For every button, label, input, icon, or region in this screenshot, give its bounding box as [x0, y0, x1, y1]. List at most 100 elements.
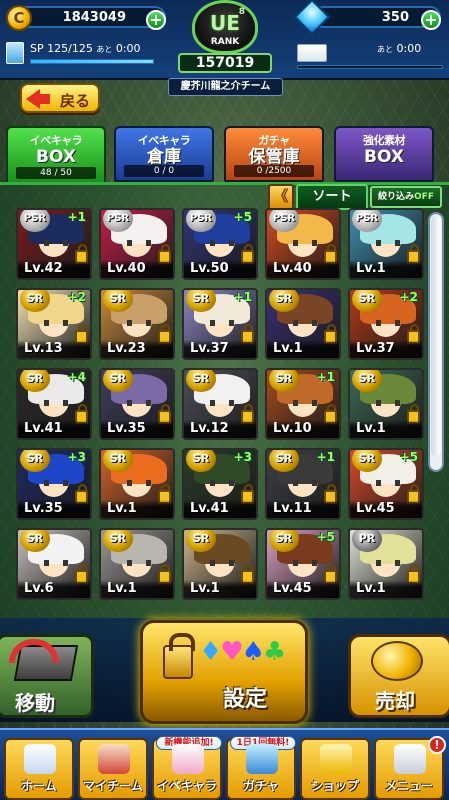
tab-label-top: ガチャ [258, 134, 290, 147]
character-card[interactable]: SR Lv.1 [348, 368, 424, 440]
character-card[interactable]: SR Lv.1 [182, 528, 258, 600]
scrollbar[interactable] [428, 212, 444, 472]
card-level: Lv.6 [18, 580, 90, 598]
character-card[interactable]: PSR Lv.40 [99, 208, 175, 280]
tab-event-box[interactable]: イベキャラ BOX 48 / 50 [6, 126, 106, 184]
card-level: Lv.35 [101, 420, 173, 438]
card-plus-count: +2 [399, 290, 418, 304]
tab-material-box[interactable]: 強化素材 BOX [334, 126, 434, 182]
scrollbar-thumb[interactable] [431, 216, 441, 456]
character-eyes [376, 240, 400, 246]
nav-label: ホーム [21, 779, 57, 793]
gacha-icon [246, 744, 278, 774]
card-level: Lv.45 [267, 580, 339, 598]
action-bar: 移動 ♦♥♠♣ 設定 売却 [0, 618, 449, 724]
nav-label: マイチーム [83, 779, 143, 793]
character-card[interactable]: PSR +5 Lv.50 [182, 208, 258, 280]
set-label: 設定 [222, 687, 267, 712]
tab-count: 48 / 50 [16, 167, 96, 179]
card-level: Lv.12 [184, 420, 256, 438]
coin-icon: C [6, 5, 32, 31]
character-eyes [293, 240, 317, 246]
character-card[interactable]: SR +3 Lv.35 [16, 448, 92, 520]
team-icon [98, 744, 130, 774]
card-level: Lv.35 [18, 500, 90, 518]
nav-gacha[interactable]: 1日1回無料! ガチャ [226, 736, 296, 800]
character-card[interactable]: SR Lv.1 [99, 528, 175, 600]
rank-badge: UE 8 RANK [192, 0, 258, 54]
card-plus-count: +2 [67, 290, 86, 304]
tab-label-top: イベキャラ [137, 134, 191, 147]
card-level: Lv.50 [184, 260, 256, 278]
character-card[interactable]: SR Lv.12 [182, 368, 258, 440]
character-card[interactable]: SR +1 Lv.10 [265, 368, 341, 440]
character-card[interactable]: SR +1 Lv.11 [265, 448, 341, 520]
character-card[interactable]: SR +2 Lv.13 [16, 288, 92, 360]
character-grid: PSR +1 Lv.42 PSR Lv.40 PSR +5 Lv.50 PSR Lv.40 PSR L… [16, 208, 426, 620]
sell-button[interactable]: 売却 [348, 634, 449, 718]
sort-controls: 《 ソート 絞り込みOFF [268, 184, 444, 210]
collapse-chevron-icon[interactable]: 《 [268, 184, 294, 210]
card-suits-icon: ♦♥♠♣ [199, 637, 286, 667]
character-card[interactable]: SR +4 Lv.41 [16, 368, 92, 440]
character-card[interactable]: SR +2 Lv.37 [348, 288, 424, 360]
back-button[interactable]: 戻る [20, 83, 100, 113]
nav-menu[interactable]: メニュー ! [374, 736, 446, 800]
character-eyes [210, 560, 234, 566]
card-level: Lv.41 [18, 420, 90, 438]
card-level: Lv.1 [184, 580, 256, 598]
gem-value: 350 [381, 10, 409, 25]
character-card[interactable]: PR Lv.1 [348, 528, 424, 600]
move-button[interactable]: 移動 [0, 634, 94, 718]
character-card[interactable]: SR Lv.35 [99, 368, 175, 440]
coin-stack-icon [371, 641, 423, 681]
card-plus-count: +1 [316, 450, 335, 464]
character-card[interactable]: SR Lv.1 [99, 448, 175, 520]
rank-emblem[interactable]: UE 8 RANK 157019 [172, 0, 278, 82]
sp-timer: 0:00 [115, 42, 141, 55]
tab-event-storage[interactable]: イベキャラ 倉庫 0 / 0 [114, 126, 214, 182]
character-card[interactable]: SR +5 Lv.45 [265, 528, 341, 600]
character-eyes [127, 560, 151, 566]
filter-state: OFF [414, 192, 434, 202]
tab-label-main: 保管庫 [248, 147, 300, 167]
tab-label-main: BOX [364, 147, 404, 167]
card-plus-count: +5 [233, 210, 252, 224]
character-card[interactable]: SR Lv.1 [265, 288, 341, 360]
lock-settings-button[interactable]: ♦♥♠♣ 設定 [140, 620, 308, 724]
add-gems-button[interactable]: + [421, 10, 441, 30]
character-card[interactable]: PSR Lv.40 [265, 208, 341, 280]
character-eyes [210, 320, 234, 326]
tab-count: 0 / 0 [124, 165, 204, 177]
nav-event-chara[interactable]: 新機能追加! イベキャラ [152, 736, 222, 800]
character-card[interactable]: PSR Lv.1 [348, 208, 424, 280]
character-card[interactable]: SR +5 Lv.45 [348, 448, 424, 520]
character-eyes [127, 320, 151, 326]
character-eyes [376, 400, 400, 406]
character-card[interactable]: SR Lv.23 [99, 288, 175, 360]
character-card[interactable]: SR Lv.6 [16, 528, 92, 600]
character-eyes [210, 240, 234, 246]
nav-label: ショップ [310, 779, 359, 793]
back-arrow-icon [26, 89, 50, 109]
character-card[interactable]: SR +1 Lv.37 [182, 288, 258, 360]
character-card[interactable]: PSR +1 Lv.42 [16, 208, 92, 280]
card-level: Lv.41 [184, 500, 256, 518]
sort-button[interactable]: ソート [296, 184, 368, 210]
add-coins-button[interactable]: + [146, 10, 166, 30]
nav-my-team[interactable]: マイチーム [78, 738, 148, 800]
shop-icon [320, 744, 352, 774]
character-card[interactable]: SR +3 Lv.41 [182, 448, 258, 520]
filter-button[interactable]: 絞り込みOFF [370, 186, 442, 208]
ticket-status: あと 0:00 [297, 40, 443, 69]
ticket-bar [297, 65, 443, 69]
card-plus-count: +4 [67, 370, 86, 384]
nav-shop[interactable]: ショップ [300, 738, 370, 800]
card-level: Lv.23 [101, 340, 173, 358]
card-plus-count: +3 [233, 450, 252, 464]
card-level: Lv.1 [350, 580, 422, 598]
tab-label-top: 強化素材 [363, 134, 406, 147]
nav-home[interactable]: ホーム [4, 738, 74, 800]
move-arrow-icon [9, 639, 59, 663]
tab-gacha-vault[interactable]: ガチャ 保管庫 0 /2500 [224, 126, 324, 182]
